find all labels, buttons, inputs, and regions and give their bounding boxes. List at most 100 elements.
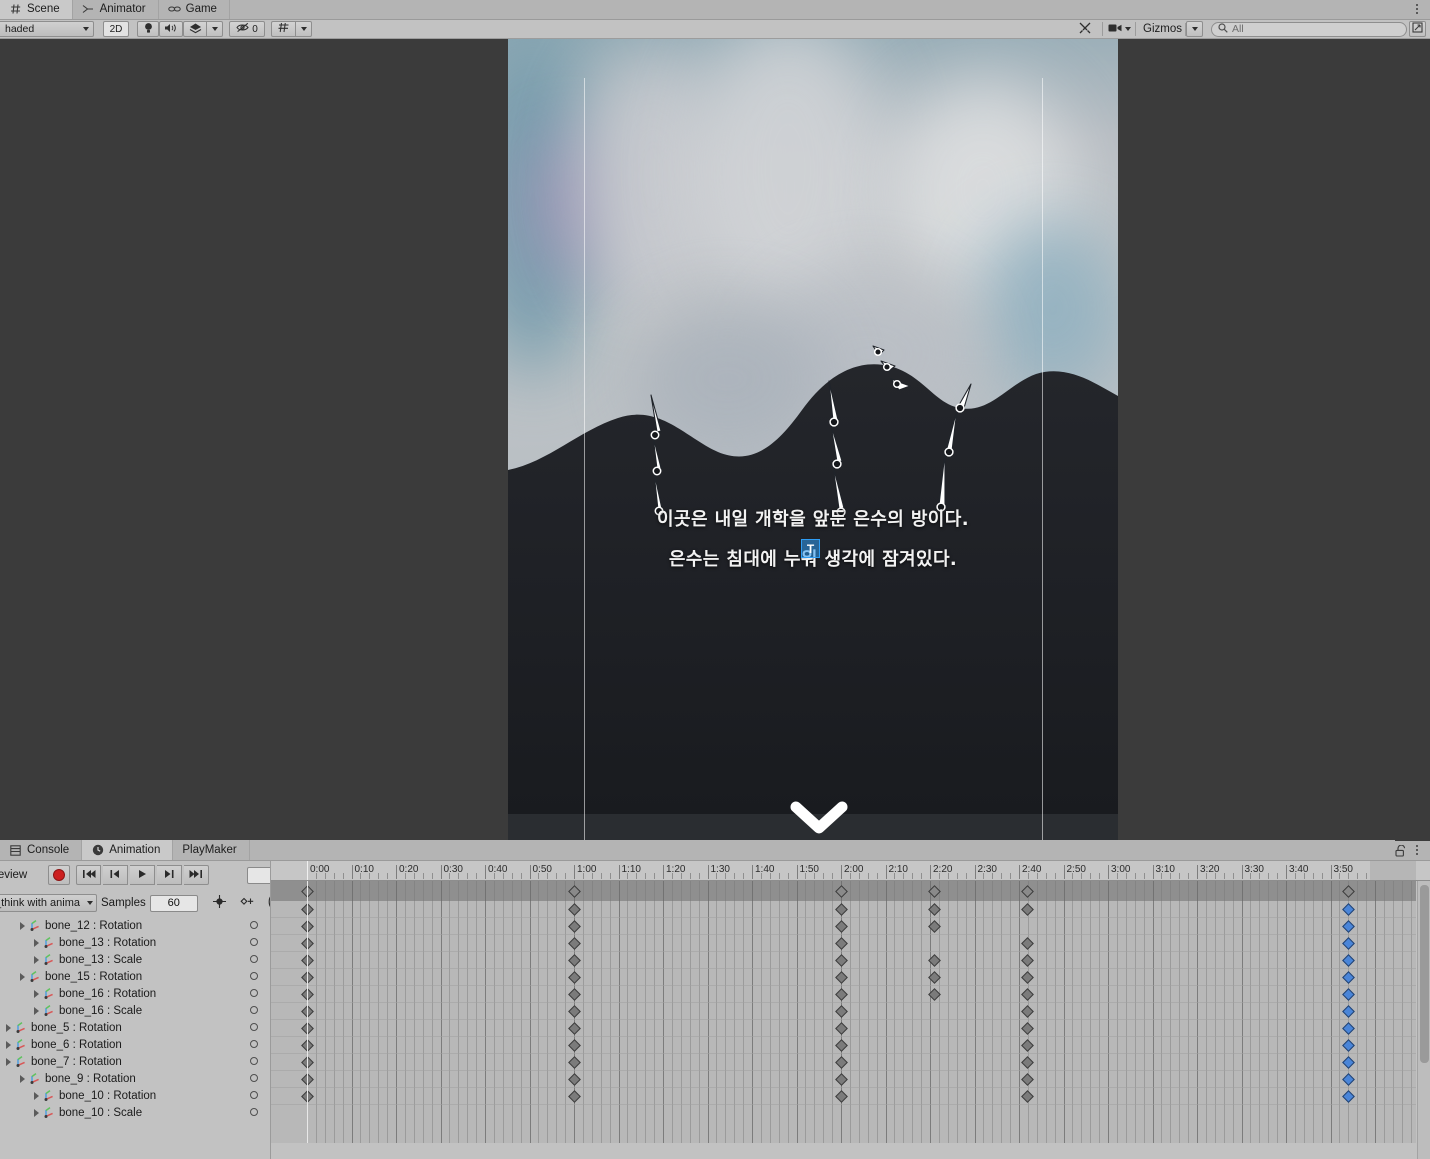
timeline-ruler[interactable]: 0:00 0:10 0:20 0:30 0:40 0:50 1:00 1:10 1:20 1:30… bbox=[271, 861, 1430, 881]
keyframe-marker[interactable] bbox=[1341, 970, 1355, 984]
keyframe-marker[interactable] bbox=[834, 1055, 848, 1069]
scene-panel-menu-icon[interactable] bbox=[1410, 0, 1424, 19]
keyframe-marker[interactable] bbox=[1341, 1021, 1355, 1035]
text-object-gizmo[interactable]: T bbox=[801, 539, 820, 558]
keyframe-marker[interactable] bbox=[834, 1004, 848, 1018]
scrollbar-thumb[interactable] bbox=[1420, 885, 1429, 1063]
gizmos-dropdown[interactable] bbox=[1186, 21, 1203, 37]
keyframe-marker[interactable] bbox=[1021, 1004, 1035, 1018]
expand-triangle-icon[interactable] bbox=[34, 955, 39, 964]
panel-lock-button[interactable] bbox=[1395, 844, 1410, 860]
add-curve-keyframe-button[interactable] bbox=[236, 894, 260, 913]
property-row[interactable]: bone_13 : Scale bbox=[0, 951, 271, 968]
scene-view-canvas[interactable]: 이곳은 내일 개학을 앞둔 은수의 방이다. 은수는 침대에 누워 생각에 잠겨… bbox=[0, 39, 1430, 841]
add-keyframe-dot-icon[interactable] bbox=[250, 1006, 258, 1014]
keyframe-marker[interactable] bbox=[567, 970, 581, 984]
go-to-start-button[interactable] bbox=[76, 865, 101, 885]
keyframe-marker[interactable] bbox=[1021, 1021, 1035, 1035]
property-row[interactable]: bone_6 : Rotation bbox=[0, 1036, 271, 1053]
expand-triangle-icon[interactable] bbox=[34, 1006, 39, 1015]
tab-animator[interactable]: Animator bbox=[72, 0, 159, 19]
grid-snap-toggle[interactable] bbox=[271, 21, 295, 37]
chevron-down-icon[interactable] bbox=[788, 797, 850, 837]
keyframe-marker[interactable] bbox=[834, 936, 848, 950]
add-keyframe-button[interactable] bbox=[208, 894, 232, 913]
expand-triangle-icon[interactable] bbox=[34, 1091, 39, 1100]
property-row[interactable]: bone_5 : Rotation bbox=[0, 1019, 271, 1036]
add-keyframe-dot-icon[interactable] bbox=[250, 921, 258, 929]
tab-animation[interactable]: Animation bbox=[82, 840, 174, 860]
keyframe-marker[interactable] bbox=[1341, 953, 1355, 967]
scene-lighting-toggle[interactable] bbox=[137, 21, 159, 37]
play-button[interactable] bbox=[130, 865, 155, 885]
keyframe-marker[interactable] bbox=[1341, 936, 1355, 950]
tab-console[interactable]: Console bbox=[0, 840, 83, 860]
keyframe-marker[interactable] bbox=[834, 953, 848, 967]
expand-triangle-icon[interactable] bbox=[6, 1040, 11, 1049]
next-keyframe-button[interactable] bbox=[157, 865, 182, 885]
add-keyframe-dot-icon[interactable] bbox=[250, 1074, 258, 1082]
animation-panel-menu-icon[interactable] bbox=[1410, 840, 1424, 860]
keyframe-marker[interactable] bbox=[567, 902, 581, 916]
animated-property-list[interactable]: bone_12 : Rotation bone_13 : Rotation bone… bbox=[0, 917, 271, 1143]
keyframe-marker[interactable] bbox=[1021, 902, 1035, 916]
go-to-end-button[interactable] bbox=[184, 865, 209, 885]
add-keyframe-dot-icon[interactable] bbox=[250, 1023, 258, 1031]
expand-triangle-icon[interactable] bbox=[20, 921, 25, 930]
scene-search-box[interactable]: All bbox=[1211, 21, 1407, 37]
keyframe-marker[interactable] bbox=[567, 1021, 581, 1035]
add-keyframe-dot-icon[interactable] bbox=[250, 1057, 258, 1065]
expand-triangle-icon[interactable] bbox=[20, 1074, 25, 1083]
property-list-scrollbar[interactable] bbox=[1417, 881, 1430, 1159]
keyframe-marker[interactable] bbox=[1021, 1072, 1035, 1086]
scene-camera-button[interactable] bbox=[1107, 21, 1131, 37]
add-keyframe-dot-icon[interactable] bbox=[250, 1091, 258, 1099]
preview-toggle[interactable]: review bbox=[0, 869, 46, 881]
playhead[interactable] bbox=[307, 881, 308, 1143]
keyframe-marker[interactable] bbox=[1341, 987, 1355, 1001]
add-keyframe-dot-icon[interactable] bbox=[250, 972, 258, 980]
keyframe-marker[interactable] bbox=[567, 1089, 581, 1103]
expand-triangle-icon[interactable] bbox=[34, 1108, 39, 1117]
keyframe-marker[interactable] bbox=[1021, 953, 1035, 967]
clip-selector-dropdown[interactable]: _think with anima bbox=[0, 894, 97, 912]
scene-fx-toggle[interactable] bbox=[183, 21, 206, 37]
keyframe-marker[interactable] bbox=[1341, 1004, 1355, 1018]
add-keyframe-dot-icon[interactable] bbox=[250, 989, 258, 997]
keyframe-marker[interactable] bbox=[567, 953, 581, 967]
property-row[interactable]: bone_10 : Scale bbox=[0, 1104, 271, 1121]
record-button[interactable] bbox=[48, 865, 70, 885]
previous-keyframe-button[interactable] bbox=[103, 865, 128, 885]
keyframe-marker[interactable] bbox=[834, 1021, 848, 1035]
keyframe-marker[interactable] bbox=[567, 1038, 581, 1052]
keyframe-marker[interactable] bbox=[1341, 1072, 1355, 1086]
keyframe-marker[interactable] bbox=[567, 919, 581, 933]
gizmos-button[interactable]: Gizmos bbox=[1140, 21, 1185, 37]
keyframe-marker[interactable] bbox=[1341, 902, 1355, 916]
scene-audio-toggle[interactable] bbox=[159, 21, 183, 37]
add-keyframe-dot-icon[interactable] bbox=[250, 1108, 258, 1116]
tab-scene[interactable]: Scene bbox=[0, 0, 73, 19]
scene-tools-button[interactable] bbox=[1072, 21, 1098, 37]
grid-snap-dropdown[interactable] bbox=[295, 21, 312, 37]
add-keyframe-dot-icon[interactable] bbox=[250, 938, 258, 946]
samples-input[interactable]: 60 bbox=[149, 894, 198, 912]
panel-splitter[interactable] bbox=[270, 861, 271, 1159]
draw-mode-dropdown[interactable]: haded bbox=[0, 21, 94, 37]
keyframe-marker[interactable] bbox=[1341, 919, 1355, 933]
expand-triangle-icon[interactable] bbox=[20, 972, 25, 981]
property-row[interactable]: bone_7 : Rotation bbox=[0, 1053, 271, 1070]
keyframe-marker[interactable] bbox=[1021, 1055, 1035, 1069]
keyframe-marker[interactable] bbox=[834, 1089, 848, 1103]
keyframe-marker[interactable] bbox=[1021, 1038, 1035, 1052]
keyframe-marker[interactable] bbox=[834, 902, 848, 916]
keyframe-marker[interactable] bbox=[567, 1004, 581, 1018]
keyframe-marker[interactable] bbox=[834, 919, 848, 933]
keyframe-marker[interactable] bbox=[834, 970, 848, 984]
keyframe-marker[interactable] bbox=[567, 936, 581, 950]
expand-triangle-icon[interactable] bbox=[6, 1023, 11, 1032]
scene-fx-dropdown[interactable] bbox=[206, 21, 223, 37]
expand-triangle-icon[interactable] bbox=[34, 938, 39, 947]
keyframe-marker[interactable] bbox=[567, 1072, 581, 1086]
scene-search-expand-button[interactable] bbox=[1409, 21, 1426, 37]
